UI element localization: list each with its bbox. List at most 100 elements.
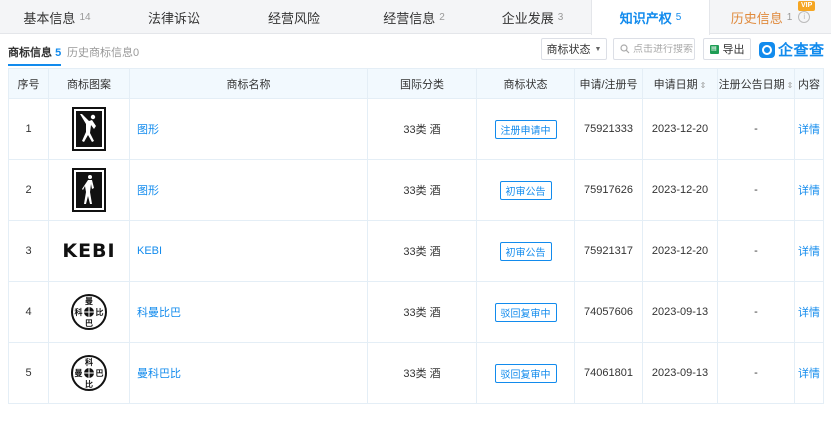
header-status: 商标状态 xyxy=(476,68,575,99)
detail-link[interactable]: 详情 xyxy=(794,342,824,404)
tab-legal[interactable]: 法律诉讼 xyxy=(114,0,234,34)
tab-basic-info[interactable]: 基本信息 14 xyxy=(0,0,114,34)
cell-logo[interactable]: KEBI xyxy=(48,220,130,282)
table-row: 2 图形 33类 酒 初审公告 75917626 2023-12-20 - 详情 xyxy=(8,159,824,221)
status-badge: 驳回复审中 xyxy=(494,302,557,322)
search-input[interactable] xyxy=(633,43,695,55)
sort-icon: ⇕ xyxy=(699,80,707,90)
player-silhouette-logo xyxy=(72,168,106,212)
cell-name[interactable]: 图形 xyxy=(129,98,368,160)
header-pub-date[interactable]: 注册公告日期 ⇕ xyxy=(717,68,795,99)
seal-char-top: 曼 xyxy=(85,296,93,306)
cell-name[interactable]: KEBI xyxy=(129,220,368,282)
cell-class: 33类 酒 xyxy=(367,342,477,404)
detail-link[interactable]: 详情 xyxy=(794,281,824,343)
tab-label: 经营风险 xyxy=(267,10,320,26)
cell-class: 33类 酒 xyxy=(367,98,477,160)
cell-logo[interactable]: 曼 科 比 巴 xyxy=(48,281,130,343)
info-icon[interactable]: i xyxy=(798,11,811,23)
search-box[interactable] xyxy=(613,38,695,60)
brand-name: 企查查 xyxy=(778,42,825,59)
cell-index: 5 xyxy=(8,342,49,404)
seal-char-left: 科 xyxy=(75,307,83,317)
kebi-wordmark: KEBI xyxy=(62,240,116,262)
cell-status: 初审公告 xyxy=(476,159,575,221)
header-reg-no: 申请/注册号 xyxy=(574,68,643,99)
table-row: 4 曼 科 比 巴 科曼比巴 33类 酒 驳回复审中 74057606 2023… xyxy=(8,281,824,343)
tab-risk[interactable]: 经营风险 xyxy=(234,0,354,34)
cell-pub-date: - xyxy=(717,220,795,282)
tab-label: 经营信息 xyxy=(383,10,436,26)
dunk-silhouette-logo xyxy=(72,107,106,151)
cell-status: 初审公告 xyxy=(476,220,575,282)
cell-pub-date: - xyxy=(717,281,795,343)
header-label: 注册公告日期 xyxy=(718,78,785,91)
tab-count: 1 xyxy=(786,11,793,23)
detail-link[interactable]: 详情 xyxy=(794,98,824,160)
tab-label: 知识产权 xyxy=(619,11,672,26)
cell-logo[interactable] xyxy=(48,159,130,221)
subtab-count: 5 xyxy=(55,47,62,59)
export-label: 导出 xyxy=(722,44,745,56)
subtab-history-trademark[interactable]: 历史商标信息0 xyxy=(67,44,139,60)
header-index: 序号 xyxy=(8,68,49,99)
cell-reg-no: 75921317 xyxy=(574,220,643,282)
cell-logo[interactable] xyxy=(48,98,130,160)
tab-label: 企业发展 xyxy=(501,10,554,26)
cell-pub-date: - xyxy=(717,98,795,160)
tab-history[interactable]: VIP 历史信息 1 i xyxy=(710,0,831,34)
cell-name[interactable]: 曼科巴比 xyxy=(129,342,368,404)
tab-label: 法律诉讼 xyxy=(147,10,200,26)
circle-seal-logo: 科 曼 巴 比 xyxy=(71,355,107,391)
export-button[interactable]: ▤ 导出 xyxy=(703,38,751,60)
cell-index: 2 xyxy=(8,159,49,221)
table-header-row: 序号 商标图案 商标名称 国际分类 商标状态 申请/注册号 申请日期 ⇕ 注册公告… xyxy=(8,68,824,99)
excel-icon: ▤ xyxy=(709,44,719,54)
cell-class: 33类 酒 xyxy=(367,281,477,343)
table-row: 5 科 曼 巴 比 曼科巴比 33类 酒 驳回复审中 74061801 2023… xyxy=(8,342,824,404)
detail-link[interactable]: 详情 xyxy=(794,220,824,282)
tab-operation[interactable]: 经营信息 2 xyxy=(354,0,474,34)
subtab-label: 历史商标信息 xyxy=(67,47,133,59)
cell-index: 1 xyxy=(8,98,49,160)
sort-icon: ⇕ xyxy=(786,80,794,90)
cell-apply-date: 2023-09-13 xyxy=(642,281,718,343)
search-icon xyxy=(620,44,630,54)
tab-intellectual-property[interactable]: 知识产权 5 xyxy=(591,0,710,35)
header-apply-date[interactable]: 申请日期 ⇕ xyxy=(642,68,718,99)
circle-seal-logo: 曼 科 比 巴 xyxy=(71,294,107,330)
cell-class: 33类 酒 xyxy=(367,220,477,282)
cell-reg-no: 74057606 xyxy=(574,281,643,343)
cell-class: 33类 酒 xyxy=(367,159,477,221)
seal-char-bottom: 巴 xyxy=(85,319,93,328)
cell-status: 驳回复审中 xyxy=(476,342,575,404)
caret-down-icon: ▼ xyxy=(594,45,602,53)
subtab-trademark-info[interactable]: 商标信息 5 xyxy=(8,44,62,66)
seal-char-right: 比 xyxy=(96,307,104,317)
vip-badge: VIP xyxy=(798,1,816,11)
cell-pub-date: - xyxy=(717,159,795,221)
cell-reg-no: 74061801 xyxy=(574,342,643,404)
dropdown-label: 商标状态 xyxy=(546,44,591,56)
header-content: 内容 xyxy=(794,68,824,99)
header-image: 商标图案 xyxy=(48,68,130,99)
cell-index: 4 xyxy=(8,281,49,343)
cell-name[interactable]: 科曼比巴 xyxy=(129,281,368,343)
qichacha-logo: 企查查 xyxy=(759,39,825,60)
cell-pub-date: - xyxy=(717,342,795,404)
cell-logo[interactable]: 科 曼 巴 比 xyxy=(48,342,130,404)
trademark-status-dropdown[interactable]: 商标状态 ▼ xyxy=(541,38,607,60)
seal-char-right: 巴 xyxy=(96,369,104,378)
tab-label: 基本信息 xyxy=(23,10,76,26)
tab-development[interactable]: 企业发展 3 xyxy=(474,0,591,34)
table-row: 1 图形 33类 酒 注册申请中 75921333 2023-12-20 - 详… xyxy=(8,98,824,160)
trademark-table: 序号 商标图案 商标名称 国际分类 商标状态 申请/注册号 申请日期 ⇕ 注册公告… xyxy=(8,68,824,404)
cell-name[interactable]: 图形 xyxy=(129,159,368,221)
detail-link[interactable]: 详情 xyxy=(794,159,824,221)
tab-count: 3 xyxy=(557,11,564,23)
status-badge: 初审公告 xyxy=(499,180,552,200)
cell-apply-date: 2023-09-13 xyxy=(642,342,718,404)
cell-status: 驳回复审中 xyxy=(476,281,575,343)
subtab-label: 商标信息 xyxy=(8,47,52,59)
tab-label: 历史信息 xyxy=(730,10,783,26)
